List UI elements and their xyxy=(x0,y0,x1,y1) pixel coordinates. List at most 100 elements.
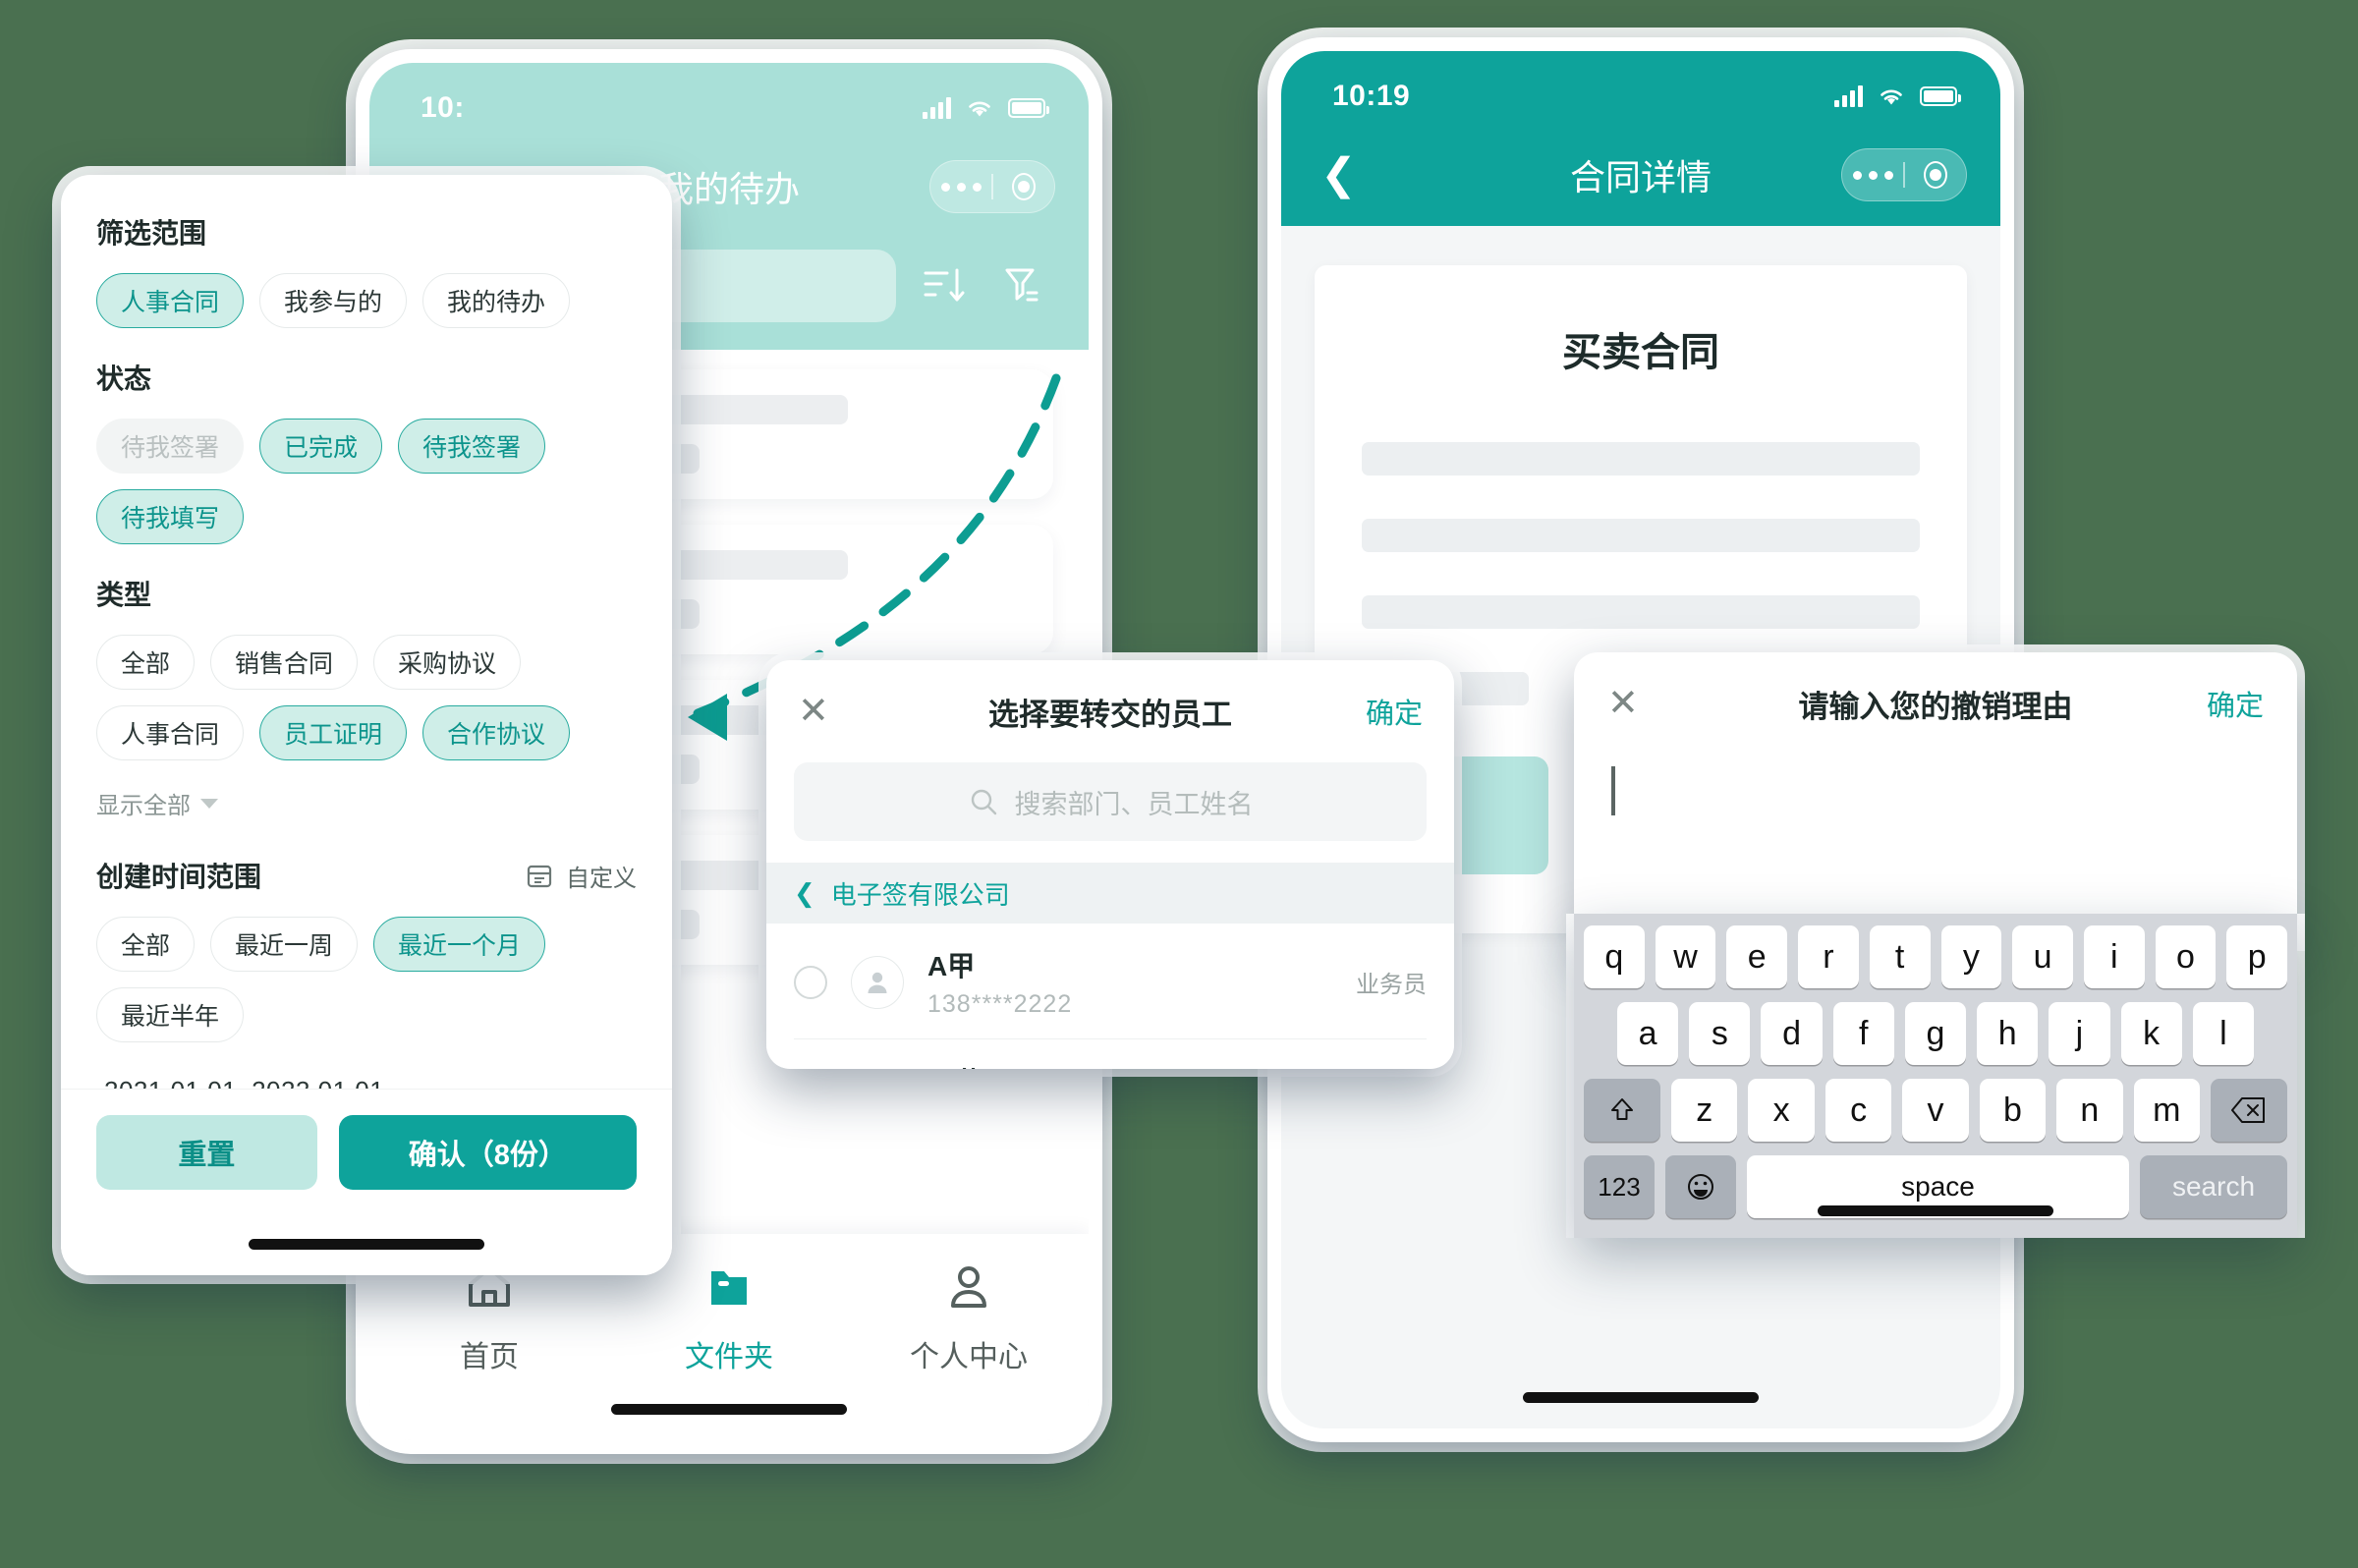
key-j[interactable]: j xyxy=(2049,1002,2110,1065)
chip-type-1[interactable]: 销售合同 xyxy=(210,635,359,690)
key-v[interactable]: v xyxy=(1902,1079,1969,1142)
radio-button[interactable] xyxy=(794,965,827,999)
confirm-button[interactable]: 确定 xyxy=(2207,683,2264,724)
key-e[interactable]: e xyxy=(1726,925,1788,988)
key-p[interactable]: p xyxy=(2226,925,2288,988)
custom-date-button[interactable]: 自定义 xyxy=(525,859,637,893)
key-z[interactable]: z xyxy=(1671,1079,1738,1142)
backspace-icon[interactable] xyxy=(2210,1079,2287,1142)
person-icon xyxy=(868,972,887,993)
mini-program-capsule[interactable] xyxy=(1841,148,1967,201)
target-icon[interactable] xyxy=(993,173,1054,200)
key-o[interactable]: o xyxy=(2155,925,2217,988)
chip-status-0[interactable]: 待我签署 xyxy=(96,419,245,474)
shift-icon[interactable] xyxy=(1584,1079,1661,1142)
chip-type-2[interactable]: 采购协议 xyxy=(373,635,522,690)
home-indicator xyxy=(611,1404,847,1415)
employee-phone: 138****2222 xyxy=(927,990,1073,1018)
wifi-icon xyxy=(969,101,990,117)
list-item[interactable]: 阿黄 138****2222 业务员 xyxy=(794,1039,1427,1069)
key-i[interactable]: i xyxy=(2083,925,2145,988)
chip-time-0[interactable]: 全部 xyxy=(96,917,196,972)
numbers-key[interactable]: 123 xyxy=(1584,1155,1655,1218)
chip-status-1[interactable]: 已完成 xyxy=(259,419,383,474)
key-y[interactable]: y xyxy=(1940,925,2002,988)
sidebar-item-label: 文件夹 xyxy=(685,1341,773,1373)
wifi-icon xyxy=(1881,89,1902,105)
key-m[interactable]: m xyxy=(2133,1079,2200,1142)
status-bar-contract: 10:19 xyxy=(1281,51,2000,124)
sort-icon[interactable] xyxy=(920,260,971,311)
key-t[interactable]: t xyxy=(1869,925,1931,988)
chip-type-0[interactable]: 全部 xyxy=(96,635,196,690)
search-placeholder: 搜索部门、员工姓名 xyxy=(1014,789,1254,819)
chip-type-3[interactable]: 人事合同 xyxy=(96,705,245,760)
transfer-employee-dialog: ✕ 选择要转交的员工 确定 搜索部门、员工姓名 ❮ 电子签有限公司 A甲 138… xyxy=(766,660,1454,1069)
key-l[interactable]: l xyxy=(2192,1002,2254,1065)
key-x[interactable]: x xyxy=(1748,1079,1815,1142)
search-key[interactable]: search xyxy=(2140,1155,2287,1218)
revoke-dialog-header: ✕ 请输入您的撤销理由 确定 xyxy=(1574,652,2297,755)
chip-status-2[interactable]: 待我签署 xyxy=(398,419,546,474)
key-u[interactable]: u xyxy=(2012,925,2073,988)
chip-scope-2[interactable]: 我的待办 xyxy=(422,273,571,328)
mini-program-capsule[interactable] xyxy=(929,160,1055,213)
calendar-icon xyxy=(527,865,552,888)
person-icon xyxy=(951,1266,986,1308)
chip-group-status: 待我签署 已完成 待我签署 待我填写 xyxy=(96,419,637,544)
confirm-button[interactable]: 确认（8份） xyxy=(338,1115,637,1190)
close-icon[interactable]: ✕ xyxy=(1607,685,1639,722)
breadcrumb[interactable]: ❮ 电子签有限公司 xyxy=(766,863,1454,924)
reset-button[interactable]: 重置 xyxy=(96,1115,317,1190)
chip-type-4[interactable]: 员工证明 xyxy=(259,705,408,760)
contract-title: 买卖合同 xyxy=(1562,331,1719,374)
chip-time-2[interactable]: 最近一个月 xyxy=(373,917,546,972)
key-k[interactable]: k xyxy=(2120,1002,2182,1065)
emoji-icon[interactable] xyxy=(1665,1155,1736,1218)
more-dots-icon[interactable] xyxy=(930,182,991,192)
search-input[interactable]: 搜索部门、员工姓名 xyxy=(794,762,1427,841)
keyboard-row-3: z x c v b n m xyxy=(1584,1079,2287,1142)
key-w[interactable]: w xyxy=(1655,925,1716,988)
revoke-reason-dialog: ✕ 请输入您的撤销理由 确定 xyxy=(1574,652,2297,943)
filter-icon[interactable] xyxy=(994,260,1045,311)
keyboard-bottom-row xyxy=(1584,1232,2287,1238)
key-s[interactable]: s xyxy=(1689,1002,1751,1065)
avatar xyxy=(851,955,904,1009)
contract-text-placeholder xyxy=(1362,519,1920,552)
key-q[interactable]: q xyxy=(1583,925,1645,988)
sidebar-item-profile[interactable]: 个人中心 xyxy=(849,1260,1089,1375)
back-button[interactable]: ❮ xyxy=(1320,153,1357,196)
filter-panel: 筛选范围 人事合同 我参与的 我的待办 状态 待我签署 已完成 待我签署 待我填… xyxy=(61,175,672,1275)
chip-time-3[interactable]: 最近半年 xyxy=(96,987,245,1042)
key-h[interactable]: h xyxy=(1977,1002,2039,1065)
employee-name: 阿黄 xyxy=(927,1061,1072,1069)
key-a[interactable]: a xyxy=(1617,1002,1679,1065)
chip-status-3[interactable]: 待我填写 xyxy=(96,489,245,544)
key-d[interactable]: d xyxy=(1761,1002,1823,1065)
key-n[interactable]: n xyxy=(2056,1079,2123,1142)
sidebar-item-home[interactable]: 首页 xyxy=(369,1260,609,1375)
sidebar-item-folder[interactable]: 文件夹 xyxy=(609,1260,849,1375)
chip-time-1[interactable]: 最近一周 xyxy=(210,917,359,972)
key-c[interactable]: c xyxy=(1825,1079,1892,1142)
close-icon[interactable]: ✕ xyxy=(798,693,829,730)
show-all-toggle[interactable]: 显示全部 xyxy=(96,786,637,820)
poster-canvas: 10: 我的待办 首页 文件夹 个人中心 10:19 ❮ 合同详情 买卖合同 筛… xyxy=(0,0,2358,1568)
list-item[interactable]: A甲 138****2222 业务员 xyxy=(794,924,1427,1039)
key-g[interactable]: g xyxy=(1904,1002,1967,1065)
target-icon[interactable] xyxy=(1905,161,1966,189)
key-r[interactable]: r xyxy=(1798,925,1859,988)
confirm-button[interactable]: 确定 xyxy=(1366,691,1423,732)
text-cursor[interactable] xyxy=(1611,766,1615,815)
transfer-dialog-header: ✕ 选择要转交的员工 确定 xyxy=(766,660,1454,762)
key-b[interactable]: b xyxy=(1979,1079,2047,1142)
chip-type-5[interactable]: 合作协议 xyxy=(422,705,571,760)
chip-scope-0[interactable]: 人事合同 xyxy=(96,273,245,328)
status-time: 10:19 xyxy=(1332,80,1411,112)
chip-scope-1[interactable]: 我参与的 xyxy=(259,273,408,328)
key-f[interactable]: f xyxy=(1832,1002,1894,1065)
more-dots-icon[interactable] xyxy=(1842,170,1903,180)
status-time: 10: xyxy=(421,91,465,124)
breadcrumb-label: 电子签有限公司 xyxy=(830,879,1010,910)
